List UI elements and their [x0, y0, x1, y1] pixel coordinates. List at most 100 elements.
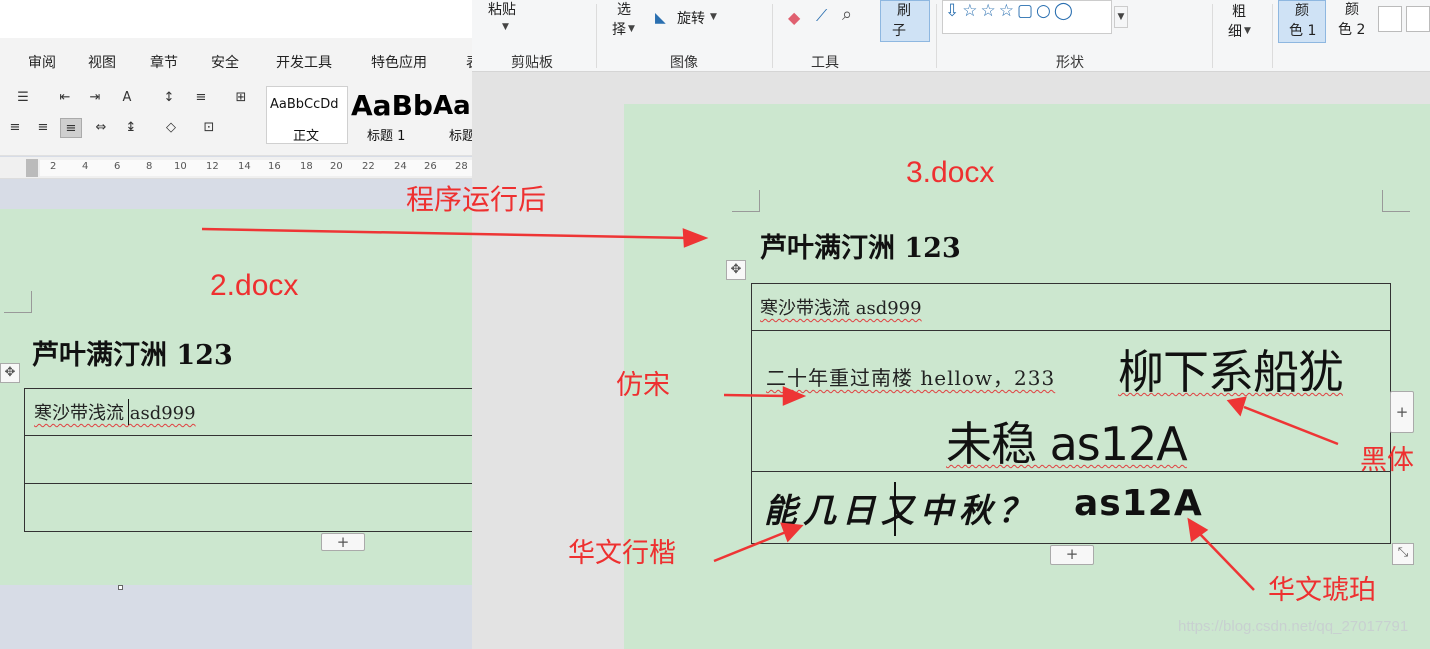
color2-button-top[interactable]: 颜: [1345, 0, 1359, 20]
group-shapes: 形状: [1056, 55, 1084, 71]
menu-security[interactable]: 安全: [211, 52, 239, 72]
justify-icon[interactable]: ≡: [60, 118, 82, 138]
style-heading[interactable]: AaI 标题: [430, 86, 472, 144]
text-heiti-line2[interactable]: 未稳 as12A: [946, 408, 1188, 474]
line-spacing-icon[interactable]: ≡: [190, 88, 212, 108]
bullet-list-icon[interactable]: ☰: [12, 88, 34, 108]
ruler-tick: 28: [455, 161, 468, 172]
style-heading-name: 标题: [449, 129, 472, 144]
brush-label-top: 刷: [897, 3, 911, 19]
brush-button[interactable]: 刷 子: [880, 0, 930, 42]
color-swatch[interactable]: [1406, 6, 1430, 32]
border-icon[interactable]: ⊡: [198, 118, 220, 138]
color-swatch[interactable]: [1378, 6, 1402, 32]
text-effect-icon[interactable]: A: [116, 88, 138, 108]
document-title: 芦叶满汀洲 123: [760, 233, 961, 264]
resize-handle[interactable]: [118, 585, 123, 590]
text-caret: [128, 399, 129, 425]
doc-label-2docx: 2.docx: [210, 269, 299, 302]
increase-indent-icon[interactable]: ⇥: [84, 88, 106, 108]
table-resize-icon[interactable]: ⤡: [1392, 543, 1414, 565]
table-border: [24, 388, 472, 389]
ruler-track: [40, 160, 472, 176]
table-grid-icon[interactable]: ⊞: [230, 88, 252, 108]
decrease-indent-icon[interactable]: ⇤: [54, 88, 76, 108]
margin-corner-mark: [732, 190, 760, 212]
shapes-more-icon[interactable]: ▼: [1114, 6, 1128, 28]
style-normal[interactable]: AaBbCcDd 正文: [266, 86, 348, 144]
table-cell-row1[interactable]: 寒沙带浅流 asd999: [34, 399, 196, 425]
style-heading-1-preview: AaBb: [351, 89, 433, 122]
ruler-tick: 26: [424, 161, 437, 172]
align-center-icon[interactable]: ≡: [4, 118, 26, 138]
margin-corner-mark: [4, 291, 32, 313]
eraser-icon[interactable]: ◆: [788, 8, 800, 27]
table-border: [751, 283, 1391, 284]
ruler-tick: 24: [394, 161, 407, 172]
left-document-page[interactable]: 2.docx 芦叶满汀洲 123 ✥ 寒沙带浅流 asd999 +: [0, 209, 472, 585]
group-tools: 工具: [811, 55, 839, 71]
color1-button[interactable]: 颜 色 1: [1278, 0, 1326, 43]
paste-button[interactable]: 粘贴: [488, 0, 516, 20]
add-row-button[interactable]: +: [321, 533, 365, 551]
table-border: [24, 483, 472, 484]
style-heading-1[interactable]: AaBb 标题 1: [348, 86, 433, 144]
menu-developer-tools[interactable]: 开发工具: [276, 52, 332, 72]
paragraph-spacing-icon[interactable]: ↨: [120, 118, 142, 138]
ruler-tick: 12: [206, 161, 219, 172]
table-move-icon[interactable]: ✥: [0, 363, 20, 383]
align-right-icon[interactable]: ≡: [32, 118, 54, 138]
magnifier-icon[interactable]: ⌕: [842, 4, 852, 25]
left-menubar: 审阅 视图 章节 安全 开发工具 特色应用 表: [0, 38, 472, 82]
thickness-dropdown-icon[interactable]: ▼: [1244, 26, 1251, 36]
add-column-button[interactable]: +: [1390, 391, 1414, 433]
style-heading-1-name: 标题 1: [367, 129, 406, 144]
ruler-tick: 16: [268, 161, 281, 172]
doc-label-3docx: 3.docx: [906, 156, 995, 189]
shading-icon[interactable]: ◇: [160, 118, 182, 138]
color1-label-top: 颜: [1295, 3, 1309, 19]
group-separator: [772, 4, 773, 68]
group-separator: [1212, 4, 1213, 68]
paste-dropdown-icon[interactable]: ▼: [502, 22, 509, 32]
left-wps-window: 审阅 视图 章节 安全 开发工具 特色应用 表 ☰ ⇤ ⇥ A ↕ ≡ ⊞ ≡ …: [0, 0, 472, 649]
ruler-tick: 18: [300, 161, 313, 172]
brush-label-bottom: 子: [892, 23, 906, 39]
distribute-icon[interactable]: ⇔: [90, 118, 112, 138]
table-border: [24, 435, 472, 436]
table-cell-row1[interactable]: 寒沙带浅流 asd999: [760, 294, 922, 320]
menu-view[interactable]: 视图: [88, 52, 116, 72]
color2-button-bottom[interactable]: 色 2: [1338, 20, 1365, 40]
menu-review[interactable]: 审阅: [28, 52, 56, 72]
menu-chapter[interactable]: 章节: [150, 52, 178, 72]
select-dropdown-icon[interactable]: ▼: [628, 24, 635, 34]
table-move-icon[interactable]: ✥: [726, 260, 746, 280]
thickness-button-bottom[interactable]: 细: [1228, 22, 1242, 42]
text-huawen-xingkai[interactable]: 能几日又中秋？: [764, 484, 1037, 532]
shapes-gallery[interactable]: ⇩☆☆☆▢○◯: [942, 0, 1112, 34]
ruler-tick: 20: [330, 161, 343, 172]
add-row-button[interactable]: +: [1050, 545, 1094, 565]
indent-marker[interactable]: [26, 159, 38, 177]
thickness-button-top[interactable]: 粗: [1232, 2, 1246, 22]
text-huawen-hupo[interactable]: as12A: [1074, 483, 1203, 524]
ruler-tick: 6: [114, 161, 121, 172]
annotation-fangsong: 仿宋: [616, 370, 670, 400]
select-button-top[interactable]: 选: [617, 0, 631, 20]
rotate-icon[interactable]: ◣: [655, 10, 666, 26]
menu-special-apps[interactable]: 特色应用: [371, 52, 427, 72]
table-border: [24, 531, 472, 532]
table-border: [751, 543, 1391, 544]
horizontal-ruler[interactable]: 2 4 6 8 10 12 14 16 18 20 22 24 26 28: [0, 157, 472, 179]
rotate-dropdown-icon[interactable]: ▼: [710, 12, 717, 22]
text-fangsong[interactable]: 二十年重过南楼 hellow，233: [766, 362, 1055, 391]
sort-icon[interactable]: ↕: [158, 88, 180, 108]
right-ribbon: 粘贴 ▼ 剪贴板 选 择 ▼ ◣ 旋转 ▼ 图像 ◆ ⟋ ⌕ 工具 刷 子 ⇩☆…: [472, 0, 1430, 72]
rotate-button[interactable]: 旋转: [677, 9, 705, 29]
table-border: [751, 330, 1391, 331]
group-image: 图像: [670, 55, 698, 71]
color-picker-icon[interactable]: ⟋: [816, 6, 827, 26]
text-heiti-line1[interactable]: 柳下系船犹: [1118, 336, 1344, 402]
select-button-bottom[interactable]: 择: [612, 20, 626, 40]
group-separator: [596, 4, 597, 68]
